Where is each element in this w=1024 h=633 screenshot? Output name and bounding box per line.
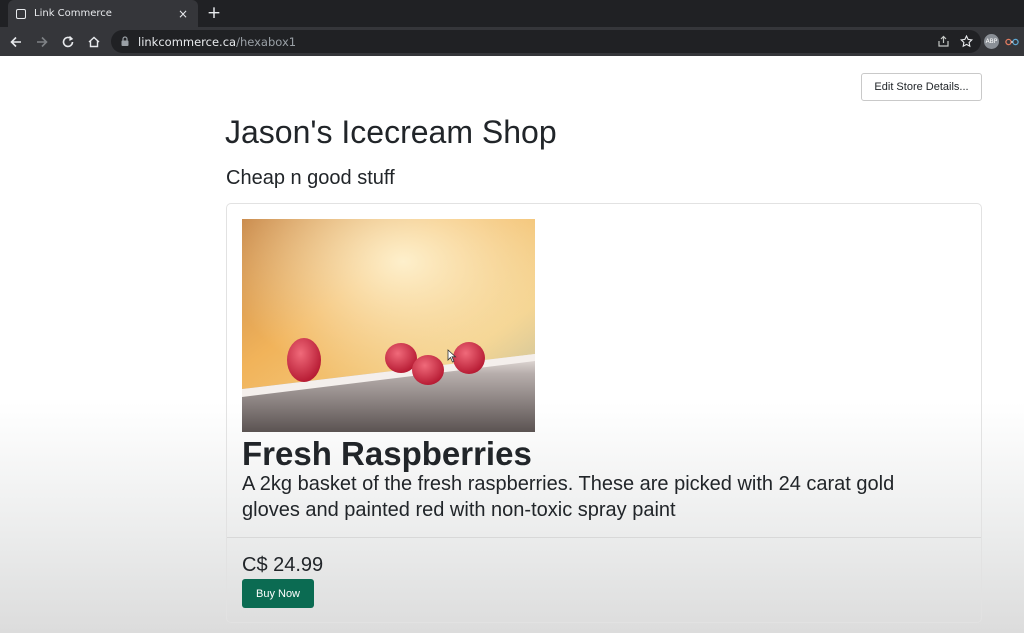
close-tab-icon[interactable]: × (176, 7, 190, 21)
page-favicon-icon (16, 8, 26, 19)
tab-title: Link Commerce (34, 8, 112, 19)
address-bar-actions (937, 30, 973, 53)
store-title: Jason's Icecream Shop (225, 114, 557, 150)
product-price: C$ 24.99 (242, 554, 324, 576)
browser-tab-bar: Link Commerce × + (0, 0, 1024, 27)
url-path: /hexabox1 (236, 34, 297, 49)
address-bar[interactable]: linkcommerce.ca/hexabox1 (111, 30, 981, 53)
extension-glasses-icon[interactable] (1005, 37, 1019, 47)
new-tab-button[interactable]: + (205, 3, 223, 23)
mouse-cursor-icon (447, 349, 457, 363)
product-card: Fresh Raspberries A 2kg basket of the fr… (226, 203, 982, 623)
home-icon (88, 36, 100, 47)
forward-arrow-icon (37, 36, 48, 47)
buy-now-button[interactable]: Buy Now (242, 579, 314, 608)
url-host: linkcommerce.ca (138, 34, 237, 49)
share-icon[interactable] (937, 35, 950, 48)
extensions-area: ABP (984, 31, 1019, 52)
profile-avatar[interactable]: ABP (984, 34, 999, 49)
bookmark-star-icon[interactable] (960, 35, 973, 48)
store-page: Edit Store Details... Jason's Icecream S… (0, 56, 1024, 633)
product-card-body: Fresh Raspberries A 2kg basket of the fr… (227, 204, 981, 538)
edit-store-details-button[interactable]: Edit Store Details... (861, 73, 982, 101)
reload-icon (62, 35, 74, 47)
product-image (242, 219, 535, 432)
product-name[interactable]: Fresh Raspberries (242, 435, 532, 473)
card-divider (227, 537, 981, 538)
back-arrow-icon (10, 36, 21, 47)
home-button[interactable] (81, 30, 107, 54)
back-button[interactable] (3, 30, 29, 54)
reload-button[interactable] (55, 30, 81, 54)
store-subtitle: Cheap n good stuff (226, 167, 395, 189)
browser-tab[interactable]: Link Commerce × (8, 0, 198, 27)
product-description: A 2kg basket of the fresh raspberries. T… (242, 473, 895, 521)
lock-icon (120, 36, 130, 47)
forward-button[interactable] (29, 30, 55, 54)
browser-toolbar: linkcommerce.ca/hexabox1 ABP (0, 27, 1024, 56)
